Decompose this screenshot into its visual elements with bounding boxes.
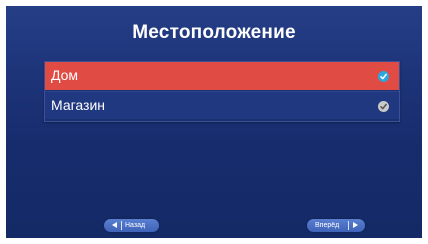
arrow-left-icon [112, 222, 117, 228]
button-divider [348, 221, 349, 230]
back-button-label: Назад [125, 222, 146, 229]
back-button[interactable]: Назад [104, 219, 159, 232]
checkmark-icon [378, 71, 389, 82]
next-button[interactable]: Вперёд [307, 219, 365, 232]
page-title: Местоположение [132, 22, 296, 43]
checkmark-icon [378, 101, 389, 112]
option-store-label: Магазин [51, 97, 106, 113]
button-divider [121, 221, 122, 230]
option-home-label: Дом [51, 67, 79, 83]
location-screen: Местоположение Дом Магазин Назад Вперёд [6, 6, 422, 238]
option-home[interactable]: Дом [45, 62, 399, 90]
option-store[interactable]: Магазин [45, 91, 399, 119]
next-button-label: Вперёд [315, 222, 340, 229]
location-list: Дом Магазин [44, 61, 400, 122]
arrow-right-icon [353, 222, 358, 228]
